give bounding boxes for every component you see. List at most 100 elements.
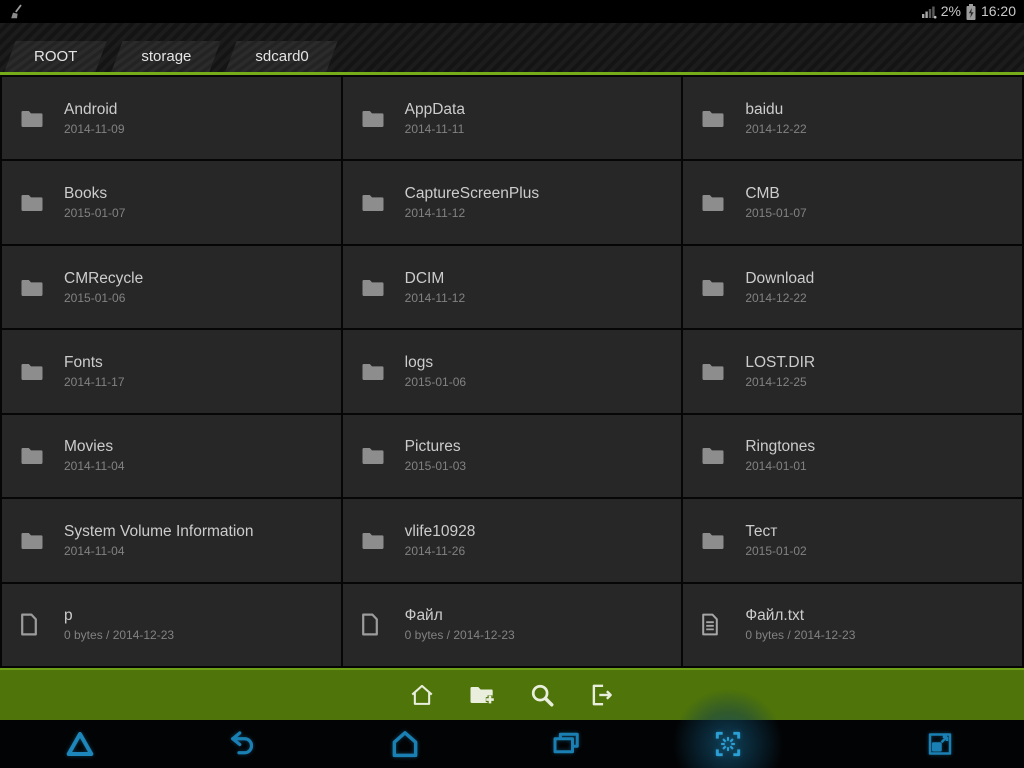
grid-item[interactable]: vlife10928 2014-11-26	[342, 499, 682, 582]
item-date: 2014-11-09	[64, 121, 125, 136]
grid-item[interactable]: System Volume Information 2014-11-04	[2, 499, 341, 582]
item-date: 2014-12-25	[745, 374, 807, 389]
tab-root[interactable]: ROOT	[10, 41, 101, 72]
folder-icon	[361, 278, 387, 297]
grid-item[interactable]: CMB 2015-01-07	[683, 161, 1022, 244]
grid-item[interactable]: AppData 2014-11-11	[342, 77, 682, 160]
folder-icon	[20, 362, 46, 381]
grid-item[interactable]: baidu 2014-12-22	[683, 77, 1022, 160]
home-icon	[409, 682, 435, 708]
grid-item[interactable]: Fonts 2014-11-17	[2, 330, 341, 413]
nav-recents-button[interactable]	[548, 726, 584, 762]
screen-resize-icon	[924, 729, 956, 759]
grid-item[interactable]: LOST.DIR 2014-12-25	[683, 330, 1022, 413]
status-bar: 2% 16:20	[0, 0, 1024, 23]
nav-back-button[interactable]	[223, 726, 259, 762]
folder-icon	[701, 446, 727, 465]
screenshot-icon	[711, 728, 745, 760]
item-date: 2014-11-12	[404, 290, 466, 305]
item-date: 2015-01-02	[745, 543, 807, 558]
grid-item[interactable]: logs 2015-01-06	[342, 330, 682, 413]
item-date: 2014-11-04	[64, 543, 125, 558]
item-name: CMRecycle	[64, 269, 144, 287]
grid-item[interactable]: Download 2014-12-22	[683, 245, 1022, 329]
signal-icon	[921, 5, 937, 19]
item-date: 2015-01-07	[745, 206, 807, 221]
recents-icon	[550, 729, 582, 759]
item-name: AppData	[404, 100, 465, 118]
grid-item[interactable]: Файл 0 bytes / 2014-12-23	[342, 583, 682, 666]
back-icon	[225, 729, 257, 759]
item-name: Movies	[64, 438, 114, 456]
file-icon	[361, 613, 387, 636]
grid-item[interactable]: Movies 2014-11-04	[2, 414, 341, 498]
item-name: CMB	[745, 185, 780, 203]
tab-label: ROOT	[34, 48, 78, 65]
item-date: 0 bytes / 2014-12-23	[64, 628, 175, 643]
item-name: DCIM	[404, 269, 445, 287]
nav-screenshot-button[interactable]	[710, 726, 746, 762]
grid-item[interactable]: Android 2014-11-09	[2, 77, 341, 160]
grid-item[interactable]: CMRecycle 2015-01-06	[2, 245, 341, 329]
folder-icon	[20, 531, 46, 550]
folder-icon	[20, 446, 46, 465]
file-icon	[20, 613, 46, 636]
grid-item[interactable]: Pictures 2015-01-03	[342, 414, 682, 498]
folder-icon	[361, 109, 387, 128]
grid-item[interactable]: CaptureScreenPlus 2014-11-12	[342, 161, 682, 244]
grid-item[interactable]: Тест 2015-01-02	[683, 499, 1022, 582]
item-name: Pictures	[404, 438, 461, 456]
item-date: 0 bytes / 2014-12-23	[404, 628, 515, 643]
cleaner-icon	[8, 4, 23, 20]
item-date: 2014-11-26	[404, 543, 466, 558]
new-folder-button[interactable]	[469, 682, 495, 708]
item-name: Fonts	[64, 353, 103, 371]
file-grid: Android 2014-11-09 AppData 2014-11-11 ba…	[0, 75, 1024, 668]
folder-icon	[701, 362, 727, 381]
home-button[interactable]	[409, 682, 435, 708]
tab-label: sdcard0	[255, 48, 309, 65]
battery-percent: 2%	[940, 3, 961, 19]
item-date: 2014-12-22	[745, 290, 807, 305]
item-date: 2014-11-12	[404, 206, 466, 221]
grid-item[interactable]: p 0 bytes / 2014-12-23	[2, 583, 341, 666]
exit-icon	[589, 682, 615, 708]
tab-storage[interactable]: storage	[117, 41, 215, 72]
folder-icon	[701, 531, 727, 550]
item-name: CaptureScreenPlus	[404, 185, 540, 203]
item-date: 2014-11-04	[64, 459, 125, 474]
folder-icon	[701, 193, 727, 212]
home-icon	[388, 728, 422, 760]
grid-item[interactable]: Файл.txt 0 bytes / 2014-12-23	[683, 583, 1022, 666]
grid-item[interactable]: DCIM 2014-11-12	[342, 245, 682, 329]
item-date: 2015-01-06	[64, 290, 126, 305]
folder-icon	[361, 193, 387, 212]
search-icon	[529, 682, 555, 708]
item-name: Файл	[404, 607, 443, 625]
file-manager-screen: 2% 16:20 ROOT storage sdcard0 Android 20…	[0, 0, 1024, 768]
grid-item[interactable]: Ringtones 2014-01-01	[683, 414, 1022, 498]
exit-button[interactable]	[589, 682, 615, 708]
nav-screen-resize-button[interactable]	[922, 726, 958, 762]
nav-hide-button[interactable]	[62, 726, 98, 762]
item-date: 2014-12-22	[745, 121, 807, 136]
item-name: LOST.DIR	[745, 353, 816, 371]
folder-icon	[20, 109, 46, 128]
action-toolbar	[0, 668, 1024, 720]
triangle-up-icon	[63, 728, 97, 760]
item-name: logs	[404, 353, 434, 371]
item-name: Download	[745, 269, 815, 287]
tab-sdcard0[interactable]: sdcard0	[231, 41, 332, 72]
search-button[interactable]	[529, 682, 555, 708]
folder-icon	[20, 278, 46, 297]
item-date: 2014-11-11	[404, 121, 465, 136]
item-name: vlife10928	[404, 522, 476, 540]
item-name: p	[64, 607, 73, 625]
nav-home-button[interactable]	[387, 726, 423, 762]
grid-item[interactable]: Books 2015-01-07	[2, 161, 341, 244]
item-date: 2014-01-01	[745, 459, 807, 474]
item-name: Android	[64, 100, 118, 118]
item-name: System Volume Information	[64, 522, 254, 540]
folder-icon	[361, 531, 387, 550]
item-date: 2015-01-03	[404, 459, 467, 474]
